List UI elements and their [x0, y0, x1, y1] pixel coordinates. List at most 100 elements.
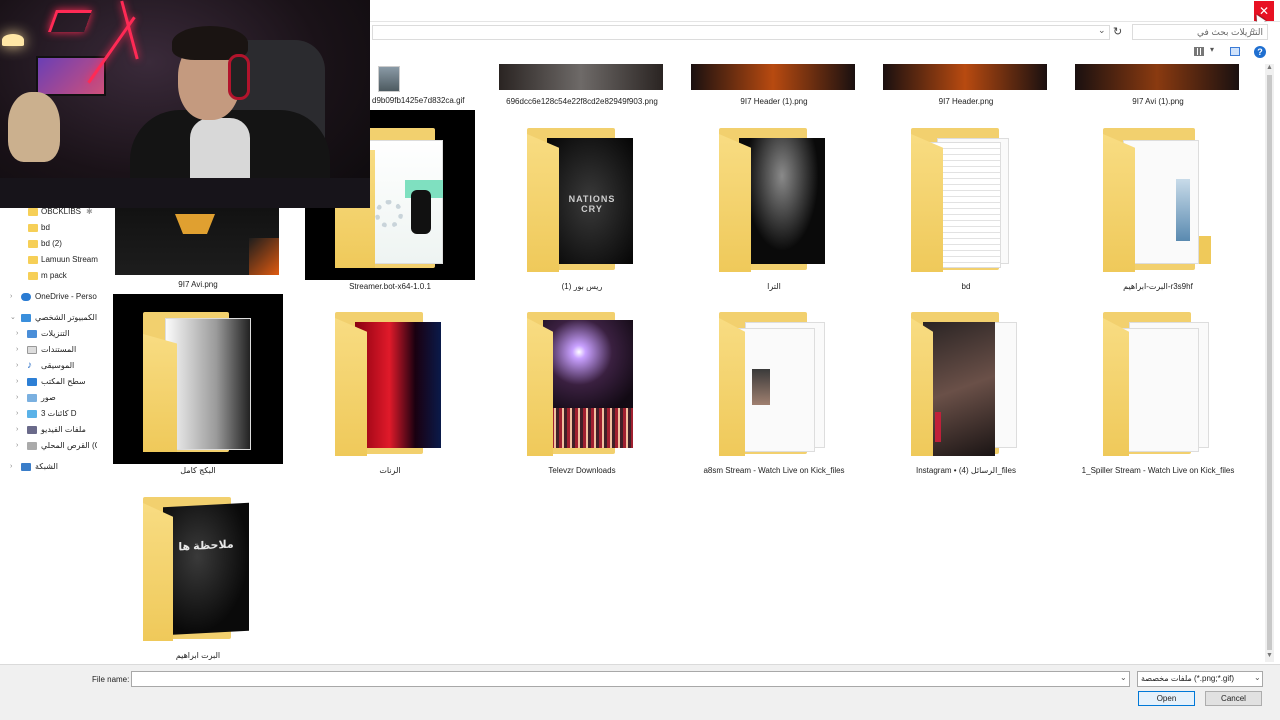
preview-text: ملاحظة ها — [178, 538, 234, 554]
nav-label: الموسيقى — [41, 361, 75, 370]
file-tile[interactable]: 9I7 Avi.png — [103, 208, 293, 294]
image-thumbnail — [378, 66, 400, 92]
open-button[interactable]: Open — [1138, 691, 1195, 706]
cloud-icon — [21, 293, 31, 301]
chevron-right-icon[interactable]: › — [16, 407, 18, 421]
scroll-down-icon[interactable]: ▼ — [1266, 652, 1273, 659]
file-tile[interactable]: 9I7 Header (1).png — [679, 64, 869, 109]
file-name-input[interactable] — [131, 671, 1130, 687]
nav-label: Lamuun Stream — [41, 255, 98, 264]
folder-icon — [28, 208, 38, 216]
folder-icon — [28, 240, 38, 248]
documents-icon — [27, 346, 37, 354]
folder-preview — [739, 138, 825, 264]
folder-icon — [28, 272, 38, 280]
file-label: البكج كامل — [180, 466, 216, 475]
image-thumbnail — [883, 64, 1047, 90]
folder-tile[interactable]: 1_Spiller Stream - Watch Live on Kick_fi… — [1063, 310, 1253, 478]
scrollbar-thumb[interactable] — [1267, 75, 1272, 650]
folder-icon — [911, 312, 999, 454]
file-label: Streamer.bot-x64-1.0.1 — [349, 282, 431, 291]
folder-tile[interactable]: bd — [871, 126, 1061, 294]
file-tile[interactable]: 696dcc6e128c54e22f8cd2e82949f903.png — [487, 64, 677, 109]
nav-label: المستندات — [41, 345, 77, 354]
chevron-right-icon[interactable]: › — [16, 391, 18, 405]
folder-tile[interactable]: Televzr Downloads — [487, 310, 677, 478]
nav-label: m pack — [41, 271, 67, 280]
folder-preview — [1123, 140, 1199, 264]
view-toolbar: ▾ ? — [1190, 45, 1270, 61]
nav-label: bd — [41, 223, 50, 232]
nav-label: القرص المحلي (C:) — [41, 441, 97, 450]
chevron-right-icon[interactable]: › — [16, 375, 18, 389]
folder-tile[interactable]: a8sm Stream - Watch Live on Kick_files — [679, 310, 869, 478]
nav-label: 3 كائنات D — [41, 409, 77, 418]
file-label: 9I7 Avi (1).png — [1132, 97, 1184, 106]
file-label: Instagram • الرسائل (4)_files — [915, 466, 1017, 475]
refresh-icon[interactable]: ↻ — [1113, 25, 1122, 38]
folder-icon — [1103, 312, 1191, 454]
file-type-select[interactable]: ملفات مخصصة (*.png;*.gif) — [1137, 671, 1263, 687]
chevron-down-icon[interactable]: ⌄ — [1098, 25, 1106, 36]
search-icon[interactable]: ⌕ — [1250, 25, 1256, 36]
change-view-icon[interactable] — [1194, 47, 1204, 56]
chevron-right-icon[interactable]: › — [16, 327, 18, 341]
chevron-down-icon[interactable]: ▾ — [1210, 45, 1214, 54]
download-icon — [27, 330, 37, 338]
folder-preview — [937, 138, 1009, 264]
chevron-right-icon[interactable]: › — [16, 423, 18, 437]
scroll-up-icon[interactable]: ▲ — [1266, 64, 1273, 71]
file-label: 9I7 Header (1).png — [740, 97, 808, 106]
file-label: الرنات — [379, 466, 401, 475]
nav-label: ملفات الفيديو — [41, 425, 86, 434]
chevron-down-icon[interactable]: ⌄ — [10, 311, 16, 325]
folder-preview: NATIONS CRY — [547, 138, 633, 264]
file-label: Televzr Downloads — [548, 466, 616, 475]
folder-tile[interactable]: البرت-ابراهيم-r3s9hf — [1063, 126, 1253, 294]
search-input[interactable]: التنزيلات بحث في — [1132, 24, 1268, 40]
cancel-button[interactable]: Cancel — [1205, 691, 1262, 706]
image-thumbnail — [1075, 64, 1239, 90]
chevron-right-icon[interactable]: › — [16, 439, 18, 453]
image-thumbnail — [115, 208, 279, 275]
chevron-right-icon[interactable]: › — [16, 343, 18, 357]
videos-icon — [27, 426, 37, 434]
folder-tile[interactable]: ملاحظة ها البرت ابراهيم — [103, 495, 293, 663]
pictures-icon — [27, 394, 37, 402]
file-label: d9b09fb1425e7d832ca.gif — [372, 96, 465, 105]
folder-preview — [355, 322, 441, 448]
webcam-overlay — [0, 0, 370, 208]
chevron-right-icon[interactable]: › — [10, 290, 12, 304]
nav-label: التنزيلات — [41, 329, 70, 338]
folder-tile[interactable]: البكج كامل — [103, 294, 293, 478]
file-label: الترا — [767, 282, 781, 291]
image-thumbnail — [691, 64, 855, 90]
chevron-right-icon[interactable]: › — [10, 460, 12, 474]
chevron-right-icon[interactable]: › — [16, 359, 18, 373]
folder-tile[interactable]: الترا — [679, 126, 869, 294]
folder-tile[interactable]: Instagram • الرسائل (4)_files — [871, 310, 1061, 478]
folder-icon — [143, 497, 231, 639]
nav-label: سطح المكتب — [41, 377, 86, 386]
folder-tile[interactable]: NATIONS CRY ريس بور (1) — [487, 126, 677, 294]
preview-pane-icon[interactable] — [1230, 47, 1240, 56]
file-open-dialog: ✕ ⌄ ↻ التنزيلات بحث في ⌕ ▾ ? OBCKLIBS ✱ … — [0, 0, 1280, 720]
chevron-down-icon[interactable]: ⌄ — [1254, 673, 1261, 682]
chevron-down-icon[interactable]: ⌄ — [1120, 673, 1127, 682]
image-thumbnail — [499, 64, 663, 90]
file-tile[interactable]: 9I7 Avi (1).png — [1063, 64, 1253, 109]
bottom-bar: File name: ⌄ ملفات مخصصة (*.png;*.gif) ⌄… — [0, 664, 1280, 720]
folder-tile[interactable]: الرنات — [295, 310, 485, 478]
help-icon[interactable]: ? — [1254, 46, 1266, 58]
computer-icon — [21, 314, 31, 322]
file-tile[interactable]: 9I7 Header.png — [871, 64, 1061, 109]
folder-preview — [737, 328, 815, 452]
folder-preview — [1121, 328, 1199, 452]
folder-icon — [1103, 128, 1195, 270]
folder-icon — [719, 312, 807, 454]
address-field[interactable] — [372, 25, 1110, 40]
nav-label: صور — [41, 393, 56, 402]
file-name-label: File name: — [92, 675, 130, 684]
network-icon — [21, 463, 31, 471]
folder-icon — [527, 312, 615, 454]
